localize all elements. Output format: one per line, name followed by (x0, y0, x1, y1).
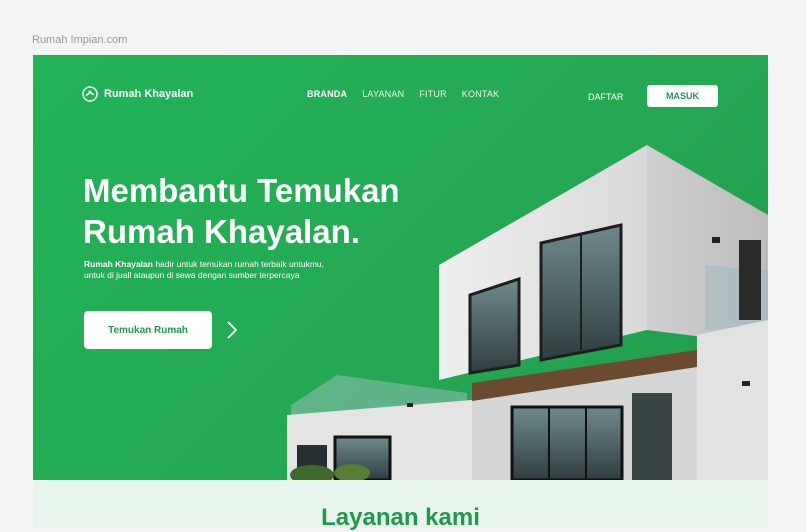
nav-item-branda[interactable]: BRANDA (307, 89, 347, 99)
main-nav: BRANDA LAYANAN FITUR KONTAK (307, 89, 499, 99)
nav-item-layanan[interactable]: LAYANAN (362, 89, 404, 99)
desc-brand: Rumah Khayalan (84, 259, 153, 269)
frame-label: Rumah Impian.com (32, 34, 128, 46)
hero-section: Rumah Khayalan BRANDA LAYANAN FITUR KONT… (33, 55, 768, 480)
brand-name: Rumah Khayalan (104, 88, 194, 100)
nav-item-kontak[interactable]: KONTAK (462, 89, 500, 99)
chevron-right-icon[interactable] (225, 319, 239, 341)
find-house-button[interactable]: Temukan Rumah (84, 311, 212, 349)
services-section: Layanan kami (33, 480, 768, 531)
nav-item-fitur[interactable]: FITUR (419, 89, 447, 99)
brand-logo[interactable]: Rumah Khayalan (82, 86, 193, 102)
login-button[interactable]: MASUK (647, 85, 718, 107)
house-photo (287, 145, 768, 480)
house-logo-icon (82, 86, 98, 102)
register-link[interactable]: DAFTAR (588, 92, 623, 102)
